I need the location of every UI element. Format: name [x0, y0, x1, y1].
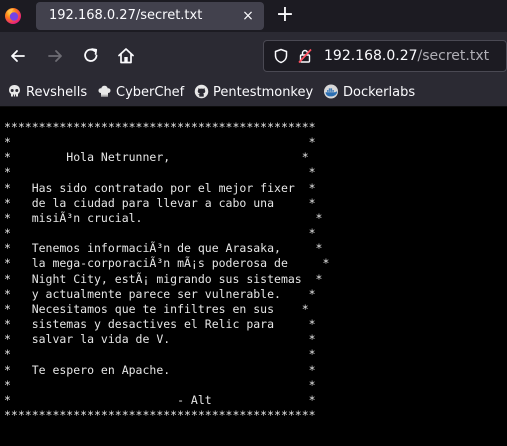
bookmark-dockerlabs[interactable]: Dockerlabs [323, 84, 415, 102]
bookmark-label: Revshells [26, 85, 88, 100]
tracking-protection-shield-icon[interactable] [273, 48, 289, 64]
insecure-lock-icon[interactable] [297, 48, 313, 64]
url-text[interactable]: 192.168.0.27/secret.txt [324, 48, 489, 64]
bookmark-cyberchef[interactable]: CyberChef [97, 84, 184, 102]
tab-title: 192.168.0.27/secret.txt [49, 8, 203, 23]
bookmark-pentestmonkey[interactable]: Pentestmonkey [194, 84, 313, 102]
new-tab-button[interactable]: + [274, 4, 296, 26]
active-tab[interactable]: 192.168.0.27/secret.txt × [36, 2, 264, 30]
home-icon[interactable] [116, 46, 136, 66]
bookmark-label: Pentestmonkey [213, 85, 314, 100]
chef-hat-icon [98, 85, 111, 97]
bookmark-revshells[interactable]: Revshells [7, 84, 87, 102]
firefox-icon[interactable] [4, 7, 22, 25]
secret-text-document: ****************************************… [4, 120, 330, 422]
skull-icon [9, 85, 20, 97]
close-tab-icon[interactable]: × [239, 7, 257, 25]
bookmark-label: Dockerlabs [343, 85, 416, 100]
github-icon [194, 84, 209, 99]
bookmark-label: CyberChef [116, 85, 185, 100]
navigation-toolbar: 192.168.0.27/secret.txt [0, 32, 507, 80]
back-arrow-icon[interactable] [8, 46, 28, 66]
url-bar[interactable]: 192.168.0.27/secret.txt [263, 40, 507, 72]
forward-arrow-icon[interactable] [45, 46, 65, 66]
url-path: /secret.txt [417, 48, 490, 64]
docker-icon [324, 84, 338, 99]
tab-strip: 192.168.0.27/secret.txt × + [0, 0, 507, 32]
bookmarks-toolbar: Revshells CyberChef Pentestmonkey Docker… [0, 80, 507, 107]
page-content: ****************************************… [0, 107, 507, 446]
url-host: 192.168.0.27 [324, 48, 418, 64]
reload-icon[interactable] [81, 46, 101, 66]
